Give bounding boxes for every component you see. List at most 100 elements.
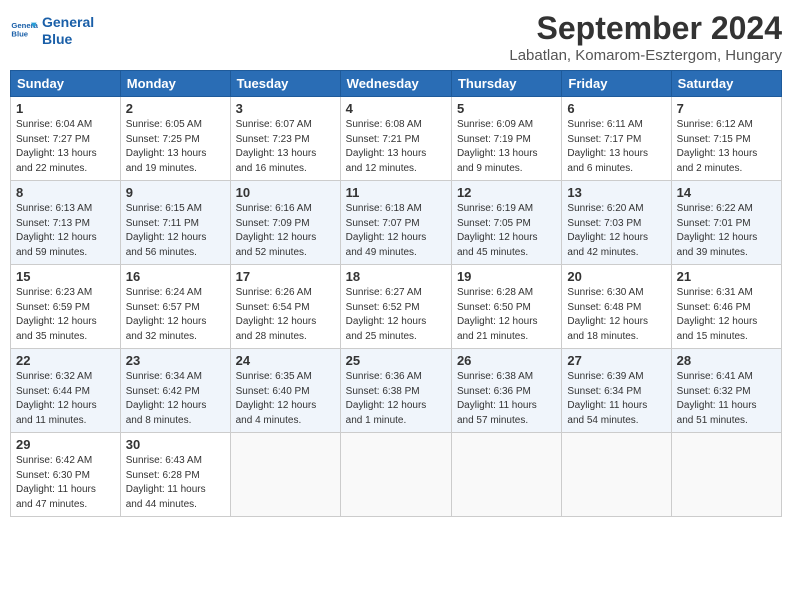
calendar-location: Labatlan, Komarom-Esztergom, Hungary: [509, 47, 782, 64]
day-detail: Sunrise: 6:20 AM Sunset: 7:03 PM Dayligh…: [567, 202, 665, 260]
calendar-cell: 21 Sunrise: 6:31 AM Sunset: 6:46 PM Dayli…: [671, 265, 781, 349]
day-detail: Sunrise: 6:26 AM Sunset: 6:54 PM Dayligh…: [236, 286, 335, 344]
day-detail: Sunrise: 6:09 AM Sunset: 7:19 PM Dayligh…: [457, 118, 556, 176]
day-number: 27: [567, 353, 665, 368]
calendar-cell: [562, 433, 671, 517]
calendar-cell: 27 Sunrise: 6:39 AM Sunset: 6:34 PM Dayli…: [562, 349, 671, 433]
day-detail: Sunrise: 6:36 AM Sunset: 6:38 PM Dayligh…: [346, 370, 446, 428]
day-number: 30: [126, 437, 225, 452]
calendar-cell: 28Sunrise: 6:41 AM Sunset: 6:32 PM Dayli…: [671, 349, 781, 433]
logo-line1: General: [42, 14, 94, 30]
calendar-cell: [230, 433, 340, 517]
day-number: 2: [126, 101, 225, 116]
logo-text: General Blue: [42, 14, 94, 48]
day-number: 6: [567, 101, 665, 116]
calendar-cell: 7Sunrise: 6:12 AM Sunset: 7:15 PM Daylig…: [671, 97, 781, 181]
day-detail: Sunrise: 6:05 AM Sunset: 7:25 PM Dayligh…: [126, 118, 225, 176]
weekday-header-wednesday: Wednesday: [340, 71, 451, 97]
day-number: 10: [236, 185, 335, 200]
day-detail: Sunrise: 6:32 AM Sunset: 6:44 PM Dayligh…: [16, 370, 115, 428]
day-detail: Sunrise: 6:43 AM Sunset: 6:28 PM Dayligh…: [126, 454, 225, 512]
day-detail: Sunrise: 6:30 AM Sunset: 6:48 PM Dayligh…: [567, 286, 665, 344]
calendar-cell: 18 Sunrise: 6:27 AM Sunset: 6:52 PM Dayli…: [340, 265, 451, 349]
svg-text:Blue: Blue: [11, 29, 28, 38]
calendar-cell: 20 Sunrise: 6:30 AM Sunset: 6:48 PM Dayli…: [562, 265, 671, 349]
day-detail: Sunrise: 6:39 AM Sunset: 6:34 PM Dayligh…: [567, 370, 665, 428]
calendar-week-4: 22 Sunrise: 6:32 AM Sunset: 6:44 PM Dayli…: [11, 349, 782, 433]
day-detail: Sunrise: 6:38 AM Sunset: 6:36 PM Dayligh…: [457, 370, 556, 428]
day-number: 25: [346, 353, 446, 368]
day-detail: Sunrise: 6:31 AM Sunset: 6:46 PM Dayligh…: [677, 286, 776, 344]
day-number: 4: [346, 101, 446, 116]
day-detail: Sunrise: 6:23 AM Sunset: 6:59 PM Dayligh…: [16, 286, 115, 344]
calendar-week-5: 29Sunrise: 6:42 AM Sunset: 6:30 PM Dayli…: [11, 433, 782, 517]
day-detail: Sunrise: 6:19 AM Sunset: 7:05 PM Dayligh…: [457, 202, 556, 260]
calendar-week-2: 8 Sunrise: 6:13 AM Sunset: 7:13 PM Daylig…: [11, 181, 782, 265]
calendar-cell: 17Sunrise: 6:26 AM Sunset: 6:54 PM Dayli…: [230, 265, 340, 349]
calendar-title: September 2024: [509, 10, 782, 47]
weekday-header-saturday: Saturday: [671, 71, 781, 97]
calendar-cell: 26 Sunrise: 6:38 AM Sunset: 6:36 PM Dayli…: [451, 349, 561, 433]
calendar-cell: 19Sunrise: 6:28 AM Sunset: 6:50 PM Dayli…: [451, 265, 561, 349]
calendar-cell: 4 Sunrise: 6:08 AM Sunset: 7:21 PM Daylig…: [340, 97, 451, 181]
calendar-week-3: 15Sunrise: 6:23 AM Sunset: 6:59 PM Dayli…: [11, 265, 782, 349]
day-detail: Sunrise: 6:27 AM Sunset: 6:52 PM Dayligh…: [346, 286, 446, 344]
weekday-header-friday: Friday: [562, 71, 671, 97]
day-number: 5: [457, 101, 556, 116]
day-number: 11: [346, 185, 446, 200]
day-number: 18: [346, 269, 446, 284]
calendar-cell: 13 Sunrise: 6:20 AM Sunset: 7:03 PM Dayli…: [562, 181, 671, 265]
calendar-cell: 11Sunrise: 6:18 AM Sunset: 7:07 PM Dayli…: [340, 181, 451, 265]
day-detail: Sunrise: 6:07 AM Sunset: 7:23 PM Dayligh…: [236, 118, 335, 176]
weekday-header-monday: Monday: [120, 71, 230, 97]
day-number: 24: [236, 353, 335, 368]
day-number: 21: [677, 269, 776, 284]
page-header: General Blue General Blue September 2024…: [10, 10, 782, 64]
day-number: 22: [16, 353, 115, 368]
calendar-cell: [451, 433, 561, 517]
day-detail: Sunrise: 6:08 AM Sunset: 7:21 PM Dayligh…: [346, 118, 446, 176]
day-number: 26: [457, 353, 556, 368]
day-detail: Sunrise: 6:15 AM Sunset: 7:11 PM Dayligh…: [126, 202, 225, 260]
day-number: 20: [567, 269, 665, 284]
day-detail: Sunrise: 6:42 AM Sunset: 6:30 PM Dayligh…: [16, 454, 115, 512]
calendar-cell: 6Sunrise: 6:11 AM Sunset: 7:17 PM Daylig…: [562, 97, 671, 181]
calendar-cell: 1 Sunrise: 6:04 AM Sunset: 7:27 PM Daylig…: [11, 97, 121, 181]
day-detail: Sunrise: 6:13 AM Sunset: 7:13 PM Dayligh…: [16, 202, 115, 260]
calendar-cell: [671, 433, 781, 517]
calendar-table: SundayMondayTuesdayWednesdayThursdayFrid…: [10, 70, 782, 517]
calendar-cell: 23 Sunrise: 6:34 AM Sunset: 6:42 PM Dayli…: [120, 349, 230, 433]
day-number: 28: [677, 353, 776, 368]
calendar-cell: 2 Sunrise: 6:05 AM Sunset: 7:25 PM Daylig…: [120, 97, 230, 181]
day-number: 23: [126, 353, 225, 368]
calendar-cell: 12 Sunrise: 6:19 AM Sunset: 7:05 PM Dayli…: [451, 181, 561, 265]
logo-icon: General Blue: [10, 17, 38, 45]
day-number: 7: [677, 101, 776, 116]
calendar-cell: 8 Sunrise: 6:13 AM Sunset: 7:13 PM Daylig…: [11, 181, 121, 265]
day-detail: Sunrise: 6:35 AM Sunset: 6:40 PM Dayligh…: [236, 370, 335, 428]
weekday-header-thursday: Thursday: [451, 71, 561, 97]
calendar-cell: 24 Sunrise: 6:35 AM Sunset: 6:40 PM Dayli…: [230, 349, 340, 433]
logo: General Blue General Blue: [10, 14, 94, 48]
day-number: 3: [236, 101, 335, 116]
day-number: 9: [126, 185, 225, 200]
day-number: 16: [126, 269, 225, 284]
calendar-cell: 10 Sunrise: 6:16 AM Sunset: 7:09 PM Dayli…: [230, 181, 340, 265]
day-detail: Sunrise: 6:04 AM Sunset: 7:27 PM Dayligh…: [16, 118, 115, 176]
day-number: 12: [457, 185, 556, 200]
day-detail: Sunrise: 6:28 AM Sunset: 6:50 PM Dayligh…: [457, 286, 556, 344]
calendar-cell: [340, 433, 451, 517]
day-detail: Sunrise: 6:16 AM Sunset: 7:09 PM Dayligh…: [236, 202, 335, 260]
day-number: 8: [16, 185, 115, 200]
calendar-cell: 3 Sunrise: 6:07 AM Sunset: 7:23 PM Daylig…: [230, 97, 340, 181]
day-number: 13: [567, 185, 665, 200]
logo-line2: Blue: [42, 31, 72, 47]
day-number: 14: [677, 185, 776, 200]
day-detail: Sunrise: 6:24 AM Sunset: 6:57 PM Dayligh…: [126, 286, 225, 344]
calendar-cell: 16 Sunrise: 6:24 AM Sunset: 6:57 PM Dayli…: [120, 265, 230, 349]
weekday-header-tuesday: Tuesday: [230, 71, 340, 97]
day-detail: Sunrise: 6:22 AM Sunset: 7:01 PM Dayligh…: [677, 202, 776, 260]
calendar-week-1: 1 Sunrise: 6:04 AM Sunset: 7:27 PM Daylig…: [11, 97, 782, 181]
day-detail: Sunrise: 6:34 AM Sunset: 6:42 PM Dayligh…: [126, 370, 225, 428]
day-number: 1: [16, 101, 115, 116]
